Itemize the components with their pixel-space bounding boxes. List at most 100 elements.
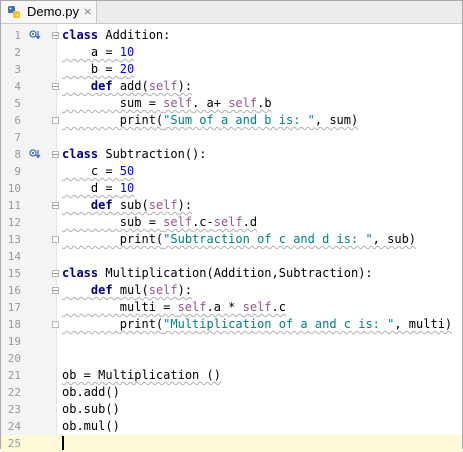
code-token: def [90, 79, 113, 93]
code-line[interactable]: 21 ob = Multiplication () [1, 367, 462, 384]
code-line[interactable]: 3 b = 20 [1, 61, 462, 78]
code-line[interactable]: 15 class Multiplication(Addition,Subtract… [1, 265, 462, 282]
code-line[interactable]: 22 ob.add() [1, 384, 462, 401]
code-token: ob.sub() [62, 402, 120, 416]
code-token: mul( [112, 283, 149, 297]
code-text: def mul(self): [62, 282, 192, 299]
fold-end-icon[interactable] [52, 321, 59, 328]
code-line[interactable]: 8 class Subtraction(): [1, 146, 462, 163]
editor-window: Demo.py × 1 class Addition: 2 a = 10 3 b = … [0, 0, 463, 452]
code-line[interactable]: 14 [1, 248, 462, 265]
code-line[interactable]: 12 sub = self.c-self.d [1, 214, 462, 231]
code-token: 50 [119, 164, 135, 178]
code-text: sub = self.c-self.d [62, 214, 257, 231]
line-number: 3 [14, 63, 21, 76]
code-line[interactable]: 17 multi = self.a * self.c [1, 299, 462, 316]
tab-demo-py[interactable]: Demo.py × [1, 1, 97, 23]
code-token: ob.add() [62, 385, 120, 399]
code-token: d = [62, 181, 120, 195]
code-text: ob.mul() [62, 418, 120, 435]
code-token: class [62, 266, 99, 280]
code-line[interactable]: 10 d = 10 [1, 180, 462, 197]
code-text: print("Sum of a and b is: ", sum) [62, 112, 358, 129]
code-text: print("Multiplication of a and c is: ", … [62, 316, 452, 333]
code-token: class [62, 147, 99, 161]
code-line[interactable]: 23 ob.sub() [1, 401, 462, 418]
code-line[interactable]: 1 class Addition: [1, 27, 462, 44]
close-icon[interactable]: × [83, 5, 92, 18]
code-line[interactable]: 7 [1, 129, 462, 146]
code-line[interactable]: 25 [1, 435, 462, 452]
code-token: a = [62, 45, 120, 59]
line-number: 16 [7, 284, 21, 297]
line-number: 10 [7, 182, 21, 195]
code-line[interactable]: 4 def add(self): [1, 78, 462, 95]
code-token: .d [242, 215, 258, 229]
code-line[interactable]: 19 [1, 333, 462, 350]
code-token: ): [177, 79, 193, 93]
code-token: , sum) [314, 113, 359, 127]
line-number: 9 [14, 165, 21, 178]
line-number: 19 [7, 335, 21, 348]
code-text: ob.sub() [62, 401, 120, 418]
code-token: self [148, 283, 178, 297]
code-token: sum = [62, 96, 164, 110]
code-text: b = 20 [62, 61, 134, 78]
code-text: class Addition: [62, 27, 170, 44]
code-editor[interactable]: 1 class Addition: 2 a = 10 3 b = 20 4 def ad… [1, 24, 462, 452]
code-text: d = 10 [62, 180, 134, 197]
code-line[interactable]: 2 a = 10 [1, 44, 462, 61]
code-token: .c [271, 300, 286, 314]
code-text: c = 50 [62, 163, 134, 180]
line-number: 24 [7, 420, 21, 433]
code-line[interactable]: 11 def sub(self): [1, 197, 462, 214]
code-token: self [242, 300, 272, 314]
code-line[interactable]: 6 print("Sum of a and b is: ", sum) [1, 112, 462, 129]
code-text: ob = Multiplication () [62, 367, 221, 384]
fold-end-icon[interactable] [52, 117, 59, 124]
code-token: "Sum of a and b is: " [163, 113, 315, 127]
editor-tab-bar: Demo.py × [1, 1, 462, 24]
fold-toggle-icon[interactable] [52, 83, 59, 90]
code-line[interactable]: 20 [1, 350, 462, 367]
overridden-method-icon[interactable] [29, 29, 41, 41]
fold-toggle-icon[interactable] [52, 151, 59, 158]
code-token: add( [112, 79, 149, 93]
text-caret [62, 436, 64, 450]
code-token: b = [62, 62, 120, 76]
code-line[interactable]: 18 print("Multiplication of a and c is: … [1, 316, 462, 333]
code-text: multi = self.a * self.c [62, 299, 286, 316]
code-line[interactable]: 16 def mul(self): [1, 282, 462, 299]
fold-toggle-icon[interactable] [52, 270, 59, 277]
overridden-method-icon[interactable] [29, 148, 41, 160]
line-number: 8 [14, 148, 21, 161]
code-text: def sub(self): [62, 197, 192, 214]
line-number: 12 [7, 216, 21, 229]
code-token: self [213, 215, 243, 229]
line-number: 2 [14, 46, 21, 59]
code-token: Multiplication(Addition,Subtraction): [98, 266, 373, 280]
code-token: print( [62, 232, 164, 246]
code-text: def add(self): [62, 78, 192, 95]
line-number: 17 [7, 301, 21, 314]
line-number: 4 [14, 80, 21, 93]
fold-toggle-icon[interactable] [52, 202, 59, 209]
line-number: 21 [7, 369, 21, 382]
line-number: 5 [14, 97, 21, 110]
fold-toggle-icon[interactable] [52, 32, 59, 39]
code-line[interactable]: 13 print("Subtraction of c and d is: ", … [1, 231, 462, 248]
code-token: multi = [62, 300, 178, 314]
code-token: , multi) [394, 317, 453, 331]
code-line[interactable]: 9 c = 50 [1, 163, 462, 180]
code-line[interactable]: 5 sum = self. a+ self.b [1, 95, 462, 112]
code-line[interactable]: 24 ob.mul() [1, 418, 462, 435]
code-token: ): [177, 198, 193, 212]
code-token: sub( [112, 198, 149, 212]
fold-toggle-icon[interactable] [52, 287, 59, 294]
code-text: print("Subtraction of c and d is: ", sub… [62, 231, 416, 248]
fold-end-icon[interactable] [52, 236, 59, 243]
code-token: self [163, 96, 193, 110]
code-token: print( [62, 113, 164, 127]
tab-label: Demo.py [27, 4, 80, 19]
